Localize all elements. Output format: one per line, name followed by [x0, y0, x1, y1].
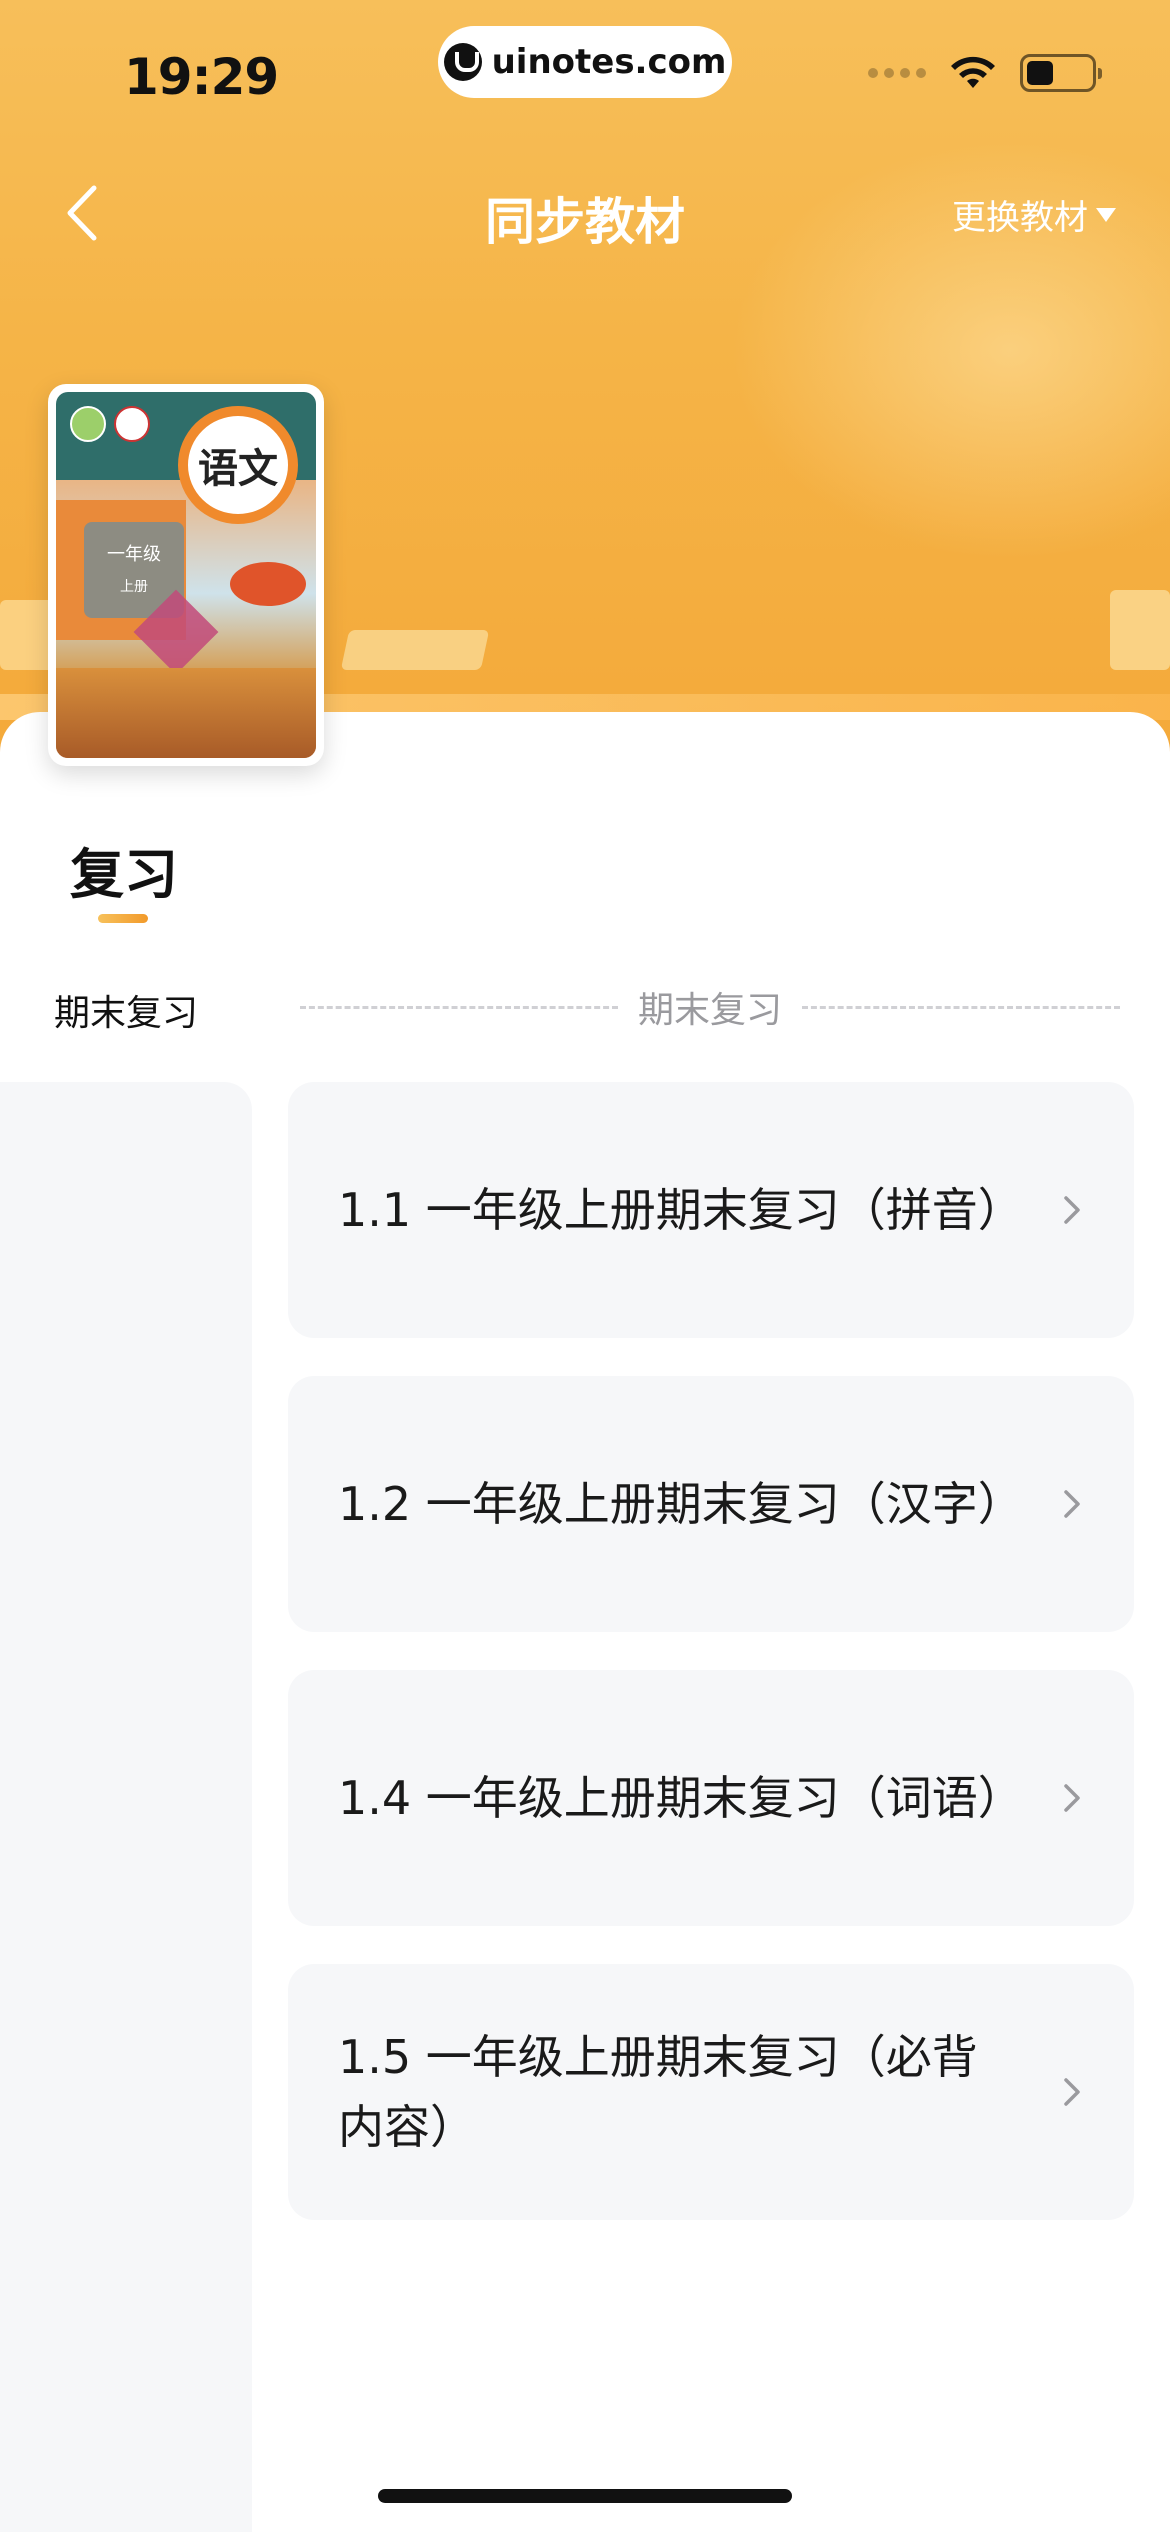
publisher-badge	[114, 406, 150, 442]
switch-textbook-button[interactable]: 更换教材	[952, 190, 1118, 239]
group-divider: 期末复习	[300, 984, 1121, 1031]
url-pill[interactable]: uinotes.com	[438, 26, 732, 98]
publisher-badge	[70, 406, 106, 442]
banner-decoration	[1110, 590, 1170, 670]
screen: 19:29 uinotes.com 同步教材 更换教材 语文 一年级 上册 复习…	[0, 0, 1170, 2532]
chevron-right-icon	[1064, 2078, 1080, 2106]
textbook-cover-image: 语文 一年级 上册	[56, 392, 316, 758]
group-divider-label: 期末复习	[638, 990, 783, 1031]
textbook-cover[interactable]: 语文 一年级 上册	[48, 384, 324, 766]
cover-fish-illustration	[230, 562, 306, 606]
status-time: 19:29	[124, 48, 279, 106]
divider-dash	[802, 1005, 1121, 1009]
wifi-icon	[951, 56, 995, 88]
list-item[interactable]: 1.4 一年级上册期末复习（词语）	[288, 1670, 1134, 1926]
chevron-right-icon	[1064, 1784, 1080, 1812]
cover-ground-illustration	[56, 668, 316, 758]
list-item-label: 1.5 一年级上册期末复习（必背内容）	[338, 2030, 978, 2154]
category-sidebar	[0, 1082, 252, 2532]
section-title: 复习	[70, 843, 178, 906]
home-indicator[interactable]	[378, 2489, 792, 2503]
url-text: uinotes.com	[491, 42, 727, 82]
status-icons	[868, 54, 1102, 92]
battery-icon	[1020, 54, 1102, 92]
list-item[interactable]: 1.2 一年级上册期末复习（汉字）	[288, 1376, 1134, 1632]
list-item-label: 1.2 一年级上册期末复习（汉字）	[338, 1477, 1024, 1531]
lesson-list: 1.1 一年级上册期末复习（拼音） 1.2 一年级上册期末复习（汉字） 1.4 …	[288, 1082, 1134, 2258]
switch-textbook-label: 更换教材	[952, 198, 1088, 238]
divider-dash	[300, 1005, 618, 1009]
cover-volume: 上册	[120, 579, 148, 595]
cover-grade: 一年级	[107, 544, 161, 565]
list-item-label: 1.4 一年级上册期末复习（词语）	[338, 1771, 1024, 1825]
category-tab-final-review[interactable]: 期末复习	[54, 984, 198, 1036]
caret-down-icon	[1096, 207, 1116, 222]
list-item-label: 1.1 一年级上册期末复习（拼音）	[338, 1183, 1024, 1237]
chevron-right-icon	[1064, 1196, 1080, 1224]
chevron-right-icon	[1064, 1490, 1080, 1518]
list-item[interactable]: 1.1 一年级上册期末复习（拼音）	[288, 1082, 1134, 1338]
banner-decoration	[340, 630, 490, 670]
site-logo-icon	[443, 43, 482, 81]
section-title-underline	[98, 914, 148, 923]
signal-icon	[868, 68, 926, 78]
list-item[interactable]: 1.5 一年级上册期末复习（必背内容）	[288, 1964, 1134, 2220]
cover-title: 语文	[178, 406, 298, 524]
